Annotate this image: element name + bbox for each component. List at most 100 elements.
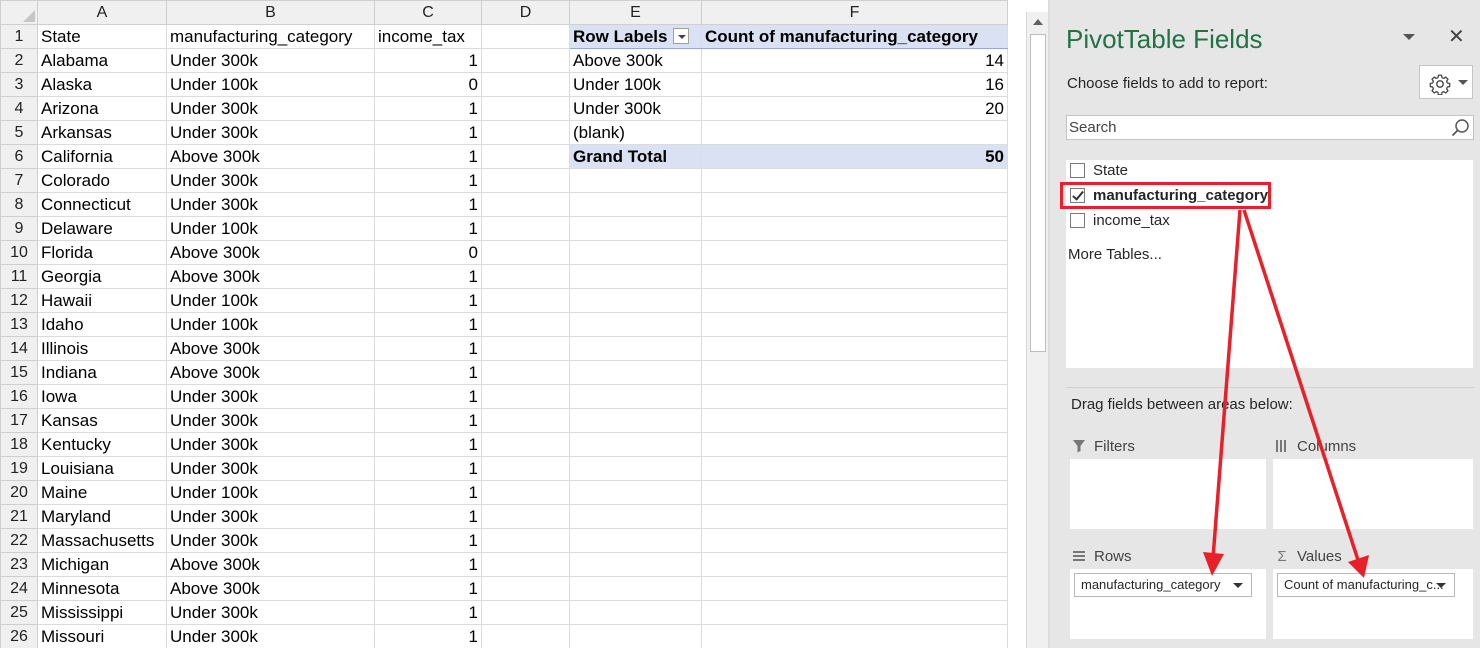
- row-header[interactable]: 6: [0, 144, 38, 169]
- tools-button[interactable]: [1419, 65, 1473, 99]
- cell-manufacturing-category[interactable]: Under 100k: [166, 288, 375, 313]
- cell-empty[interactable]: [481, 144, 570, 169]
- cell-empty[interactable]: [569, 216, 702, 241]
- cell-income-tax[interactable]: 1: [374, 408, 482, 433]
- cell-income-tax[interactable]: income_tax: [374, 24, 482, 49]
- row-header[interactable]: 24: [0, 576, 38, 601]
- vertical-scrollbar[interactable]: [1026, 12, 1048, 648]
- cell-state[interactable]: Arkansas: [37, 120, 167, 145]
- cell-empty[interactable]: [481, 288, 570, 313]
- cell-empty[interactable]: [701, 504, 1008, 529]
- row-header[interactable]: 11: [0, 264, 38, 289]
- cell-state[interactable]: State: [37, 24, 167, 49]
- cell-income-tax[interactable]: 1: [374, 216, 482, 241]
- cell-empty[interactable]: [569, 336, 702, 361]
- values-field-chip[interactable]: Count of manufacturing_c...: [1277, 573, 1455, 597]
- cell-state[interactable]: Missouri: [37, 624, 167, 648]
- pivot-row-labels-header[interactable]: Row Labels: [569, 24, 702, 49]
- cell-manufacturing-category[interactable]: Above 300k: [166, 144, 375, 169]
- cell-state[interactable]: Indiana: [37, 360, 167, 385]
- cell-state[interactable]: Colorado: [37, 168, 167, 193]
- cell-manufacturing-category[interactable]: Under 300k: [166, 48, 375, 73]
- cell-state[interactable]: Florida: [37, 240, 167, 265]
- row-header[interactable]: 12: [0, 288, 38, 313]
- cell-state[interactable]: Iowa: [37, 384, 167, 409]
- cell-state[interactable]: California: [37, 144, 167, 169]
- pivot-value-header[interactable]: Count of manufacturing_category: [701, 24, 1008, 49]
- column-header-d[interactable]: D: [481, 0, 570, 25]
- cell-income-tax[interactable]: 1: [374, 504, 482, 529]
- cell-state[interactable]: Alabama: [37, 48, 167, 73]
- cell-empty[interactable]: [569, 504, 702, 529]
- cell-state[interactable]: Illinois: [37, 336, 167, 361]
- cell-income-tax[interactable]: 1: [374, 456, 482, 481]
- cell-income-tax[interactable]: 1: [374, 480, 482, 505]
- cell-state[interactable]: Hawaii: [37, 288, 167, 313]
- row-header[interactable]: 19: [0, 456, 38, 481]
- cell-state[interactable]: Kansas: [37, 408, 167, 433]
- cell-empty[interactable]: [701, 600, 1008, 625]
- cell-empty[interactable]: [701, 216, 1008, 241]
- cell-empty[interactable]: [569, 312, 702, 337]
- columns-drop-zone[interactable]: [1273, 459, 1473, 529]
- cell-empty[interactable]: [701, 336, 1008, 361]
- cell-income-tax[interactable]: 1: [374, 192, 482, 217]
- cell-manufacturing-category[interactable]: Above 300k: [166, 240, 375, 265]
- cell-income-tax[interactable]: 1: [374, 336, 482, 361]
- cell-income-tax[interactable]: 1: [374, 120, 482, 145]
- cell-manufacturing-category[interactable]: Under 300k: [166, 168, 375, 193]
- cell-empty[interactable]: [701, 432, 1008, 457]
- cell-empty[interactable]: [481, 96, 570, 121]
- cell-empty[interactable]: [701, 384, 1008, 409]
- cell-income-tax[interactable]: 1: [374, 552, 482, 577]
- cell-empty[interactable]: [569, 552, 702, 577]
- pivot-row-value[interactable]: 20: [701, 96, 1008, 121]
- cell-income-tax[interactable]: 1: [374, 144, 482, 169]
- cell-manufacturing-category[interactable]: Under 100k: [166, 72, 375, 97]
- cell-manufacturing-category[interactable]: Under 300k: [166, 120, 375, 145]
- pivot-grand-total-label[interactable]: Grand Total: [569, 144, 702, 169]
- cell-manufacturing-category[interactable]: Under 300k: [166, 624, 375, 648]
- cell-empty[interactable]: [481, 528, 570, 553]
- cell-empty[interactable]: [569, 288, 702, 313]
- row-header[interactable]: 17: [0, 408, 38, 433]
- chevron-down-icon[interactable]: [1436, 583, 1446, 588]
- cell-empty[interactable]: [701, 576, 1008, 601]
- cell-empty[interactable]: [701, 624, 1008, 648]
- row-header[interactable]: 16: [0, 384, 38, 409]
- cell-empty[interactable]: [569, 600, 702, 625]
- cell-manufacturing-category[interactable]: Under 300k: [166, 192, 375, 217]
- row-header[interactable]: 5: [0, 120, 38, 145]
- cell-income-tax[interactable]: 1: [374, 96, 482, 121]
- cell-state[interactable]: Kentucky: [37, 432, 167, 457]
- cell-empty[interactable]: [481, 48, 570, 73]
- cell-state[interactable]: Idaho: [37, 312, 167, 337]
- cell-empty[interactable]: [569, 360, 702, 385]
- cell-empty[interactable]: [481, 312, 570, 337]
- cell-empty[interactable]: [481, 384, 570, 409]
- cell-manufacturing-category[interactable]: Above 300k: [166, 264, 375, 289]
- cell-empty[interactable]: [481, 336, 570, 361]
- column-header-c[interactable]: C: [374, 0, 482, 25]
- cell-state[interactable]: Maine: [37, 480, 167, 505]
- row-header[interactable]: 3: [0, 72, 38, 97]
- row-header[interactable]: 1: [0, 24, 38, 49]
- cell-empty[interactable]: [569, 264, 702, 289]
- cell-manufacturing-category[interactable]: manufacturing_category: [166, 24, 375, 49]
- cell-empty[interactable]: [481, 168, 570, 193]
- cell-empty[interactable]: [481, 456, 570, 481]
- row-header[interactable]: 15: [0, 360, 38, 385]
- cell-empty[interactable]: [701, 408, 1008, 433]
- row-header[interactable]: 9: [0, 216, 38, 241]
- cell-empty[interactable]: [701, 456, 1008, 481]
- cell-empty[interactable]: [481, 360, 570, 385]
- cell-income-tax[interactable]: 0: [374, 72, 482, 97]
- cell-state[interactable]: Mississippi: [37, 600, 167, 625]
- cell-manufacturing-category[interactable]: Under 100k: [166, 216, 375, 241]
- cell-state[interactable]: Minnesota: [37, 576, 167, 601]
- row-header[interactable]: 26: [0, 624, 38, 648]
- cell-manufacturing-category[interactable]: Above 300k: [166, 360, 375, 385]
- cell-empty[interactable]: [701, 168, 1008, 193]
- scrollbar-thumb[interactable]: [1030, 34, 1046, 352]
- cell-empty[interactable]: [481, 480, 570, 505]
